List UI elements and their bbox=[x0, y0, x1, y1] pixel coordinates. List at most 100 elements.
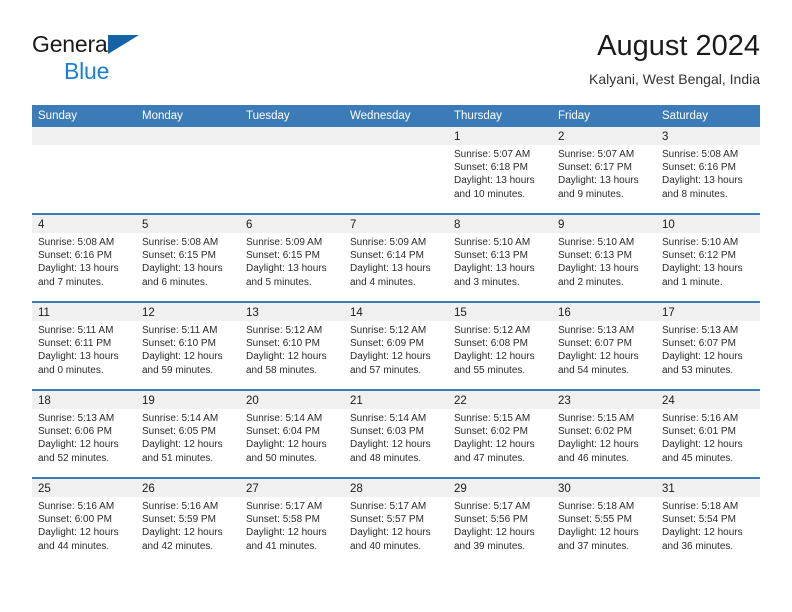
day-number-band: 10 bbox=[656, 215, 760, 233]
calendar-day-cell[interactable]: 16 Sunrise: 5:13 AM Sunset: 6:07 PM Dayligh… bbox=[552, 303, 656, 389]
day-number: 22 bbox=[454, 395, 467, 407]
calendar-day-cell[interactable]: 5 Sunrise: 5:08 AM Sunset: 6:15 PM Daylight… bbox=[136, 215, 240, 301]
day-number: 18 bbox=[38, 395, 51, 407]
sunset-text: Sunset: 6:18 PM bbox=[454, 162, 528, 174]
daylight-text-line2: and 4 minutes. bbox=[350, 276, 416, 288]
calendar-day-cell[interactable]: 29 Sunrise: 5:17 AM Sunset: 5:56 PM Dayligh… bbox=[448, 479, 552, 567]
day-details: Sunrise: 5:14 AM Sunset: 6:03 PM Daylight:… bbox=[344, 409, 448, 465]
day-number: 5 bbox=[142, 219, 149, 231]
day-details: Sunrise: 5:15 AM Sunset: 6:02 PM Daylight:… bbox=[552, 409, 656, 465]
calendar-day-cell[interactable]: 9 Sunrise: 5:10 AM Sunset: 6:13 PM Daylight… bbox=[552, 215, 656, 301]
weekday-header-row: Sunday Monday Tuesday Wednesday Thursday… bbox=[32, 105, 760, 127]
calendar-day-cell[interactable]: 25 Sunrise: 5:16 AM Sunset: 6:00 PM Dayligh… bbox=[32, 479, 136, 567]
daylight-text-line2: and 2 minutes. bbox=[558, 276, 624, 288]
calendar-day-cell[interactable]: 14 Sunrise: 5:12 AM Sunset: 6:09 PM Dayligh… bbox=[344, 303, 448, 389]
general-blue-logo[interactable]: General Blue bbox=[32, 32, 262, 90]
day-number-band: 16 bbox=[552, 303, 656, 321]
calendar-day-cell[interactable]: 6 Sunrise: 5:09 AM Sunset: 6:15 PM Daylight… bbox=[240, 215, 344, 301]
day-details: Sunrise: 5:07 AM Sunset: 6:17 PM Daylight:… bbox=[552, 145, 656, 201]
calendar-day-cell[interactable]: 8 Sunrise: 5:10 AM Sunset: 6:13 PM Daylight… bbox=[448, 215, 552, 301]
calendar-day-cell[interactable]: 11 Sunrise: 5:11 AM Sunset: 6:11 PM Dayligh… bbox=[32, 303, 136, 389]
day-number: 23 bbox=[558, 395, 571, 407]
calendar-day-cell[interactable]: 26 Sunrise: 5:16 AM Sunset: 5:59 PM Dayligh… bbox=[136, 479, 240, 567]
calendar-day-cell[interactable]: 27 Sunrise: 5:17 AM Sunset: 5:58 PM Dayligh… bbox=[240, 479, 344, 567]
day-details: Sunrise: 5:11 AM Sunset: 6:11 PM Daylight:… bbox=[32, 321, 136, 377]
day-number-band: 19 bbox=[136, 391, 240, 409]
day-number-band: 23 bbox=[552, 391, 656, 409]
calendar-day-cell[interactable]: 13 Sunrise: 5:12 AM Sunset: 6:10 PM Dayligh… bbox=[240, 303, 344, 389]
day-number: 3 bbox=[662, 131, 669, 143]
calendar-day-cell[interactable]: 2 Sunrise: 5:07 AM Sunset: 6:17 PM Daylight… bbox=[552, 127, 656, 213]
day-number-band bbox=[136, 127, 240, 145]
day-details: Sunrise: 5:18 AM Sunset: 5:55 PM Daylight:… bbox=[552, 497, 656, 553]
calendar-week-row: 1 Sunrise: 5:07 AM Sunset: 6:18 PM Daylight… bbox=[32, 127, 760, 215]
calendar-day-cell[interactable]: 24 Sunrise: 5:16 AM Sunset: 6:01 PM Dayligh… bbox=[656, 391, 760, 477]
day-number: 30 bbox=[558, 483, 571, 495]
calendar-day-cell[interactable]: 18 Sunrise: 5:13 AM Sunset: 6:06 PM Dayligh… bbox=[32, 391, 136, 477]
day-details: Sunrise: 5:16 AM Sunset: 6:00 PM Daylight:… bbox=[32, 497, 136, 553]
calendar-day-cell[interactable]: 22 Sunrise: 5:15 AM Sunset: 6:02 PM Dayligh… bbox=[448, 391, 552, 477]
title-block: August 2024 Kalyani, West Bengal, India bbox=[589, 28, 760, 90]
day-number-band: 2 bbox=[552, 127, 656, 145]
calendar-day-cell[interactable]: 12 Sunrise: 5:11 AM Sunset: 6:10 PM Dayligh… bbox=[136, 303, 240, 389]
daylight-text-line2: and 51 minutes. bbox=[142, 452, 214, 464]
sunrise-text: Sunrise: 5:16 AM bbox=[38, 501, 115, 512]
calendar-day-cell[interactable]: 15 Sunrise: 5:12 AM Sunset: 6:08 PM Dayligh… bbox=[448, 303, 552, 389]
calendar-day-cell[interactable]: 31 Sunrise: 5:18 AM Sunset: 5:54 PM Dayligh… bbox=[656, 479, 760, 567]
day-number: 11 bbox=[38, 307, 50, 319]
calendar-day-cell[interactable]: 20 Sunrise: 5:14 AM Sunset: 6:04 PM Dayligh… bbox=[240, 391, 344, 477]
calendar-day-cell[interactable]: 7 Sunrise: 5:09 AM Sunset: 6:14 PM Daylight… bbox=[344, 215, 448, 301]
day-details: Sunrise: 5:13 AM Sunset: 6:07 PM Daylight:… bbox=[552, 321, 656, 377]
sunset-text: Sunset: 6:07 PM bbox=[662, 338, 736, 350]
day-number: 10 bbox=[662, 219, 675, 231]
daylight-text-line1: Daylight: 12 hours bbox=[142, 527, 223, 539]
sunrise-text: Sunrise: 5:18 AM bbox=[558, 501, 635, 512]
daylight-text-line2: and 41 minutes. bbox=[246, 540, 318, 552]
daylight-text-line2: and 58 minutes. bbox=[246, 364, 318, 376]
sunset-text: Sunset: 6:00 PM bbox=[38, 514, 112, 526]
sunrise-text: Sunrise: 5:08 AM bbox=[142, 237, 219, 248]
daylight-text-line1: Daylight: 12 hours bbox=[454, 439, 535, 451]
day-details: Sunrise: 5:13 AM Sunset: 6:07 PM Daylight:… bbox=[656, 321, 760, 377]
day-number: 6 bbox=[246, 219, 253, 231]
daylight-text-line1: Daylight: 12 hours bbox=[142, 439, 223, 451]
day-number-band: 4 bbox=[32, 215, 136, 233]
calendar-day-cell[interactable]: 17 Sunrise: 5:13 AM Sunset: 6:07 PM Dayligh… bbox=[656, 303, 760, 389]
day-number-band: 6 bbox=[240, 215, 344, 233]
day-details: Sunrise: 5:17 AM Sunset: 5:56 PM Daylight:… bbox=[448, 497, 552, 553]
day-details: Sunrise: 5:17 AM Sunset: 5:58 PM Daylight:… bbox=[240, 497, 344, 553]
sunset-text: Sunset: 5:54 PM bbox=[662, 514, 736, 526]
calendar-day-cell[interactable]: 10 Sunrise: 5:10 AM Sunset: 6:12 PM Dayligh… bbox=[656, 215, 760, 301]
calendar-day-cell[interactable]: 1 Sunrise: 5:07 AM Sunset: 6:18 PM Daylight… bbox=[448, 127, 552, 213]
sunset-text: Sunset: 5:58 PM bbox=[246, 514, 320, 526]
calendar-day-cell[interactable]: 4 Sunrise: 5:08 AM Sunset: 6:16 PM Daylight… bbox=[32, 215, 136, 301]
day-number: 12 bbox=[142, 307, 155, 319]
day-details: Sunrise: 5:15 AM Sunset: 6:02 PM Daylight:… bbox=[448, 409, 552, 465]
sunrise-text: Sunrise: 5:16 AM bbox=[662, 413, 739, 424]
page-header: General Blue August 2024 Kalyani, West B… bbox=[32, 28, 760, 96]
calendar-day-cell[interactable]: 19 Sunrise: 5:14 AM Sunset: 6:05 PM Dayligh… bbox=[136, 391, 240, 477]
sunrise-text: Sunrise: 5:08 AM bbox=[662, 149, 739, 160]
day-number-band bbox=[344, 127, 448, 145]
calendar-day-cell[interactable]: 3 Sunrise: 5:08 AM Sunset: 6:16 PM Daylight… bbox=[656, 127, 760, 213]
sunrise-text: Sunrise: 5:12 AM bbox=[246, 325, 323, 336]
calendar-day-cell[interactable]: 21 Sunrise: 5:14 AM Sunset: 6:03 PM Dayligh… bbox=[344, 391, 448, 477]
calendar-day-cell[interactable]: 23 Sunrise: 5:15 AM Sunset: 6:02 PM Dayligh… bbox=[552, 391, 656, 477]
brand-flag-icon bbox=[108, 35, 139, 54]
calendar-weeks: 1 Sunrise: 5:07 AM Sunset: 6:18 PM Daylight… bbox=[32, 127, 760, 567]
calendar-day-cell[interactable]: 28 Sunrise: 5:17 AM Sunset: 5:57 PM Dayligh… bbox=[344, 479, 448, 567]
day-details: Sunrise: 5:14 AM Sunset: 6:05 PM Daylight:… bbox=[136, 409, 240, 465]
day-number: 28 bbox=[350, 483, 363, 495]
sunrise-text: Sunrise: 5:09 AM bbox=[246, 237, 323, 248]
daylight-text-line1: Daylight: 13 hours bbox=[142, 263, 223, 275]
calendar-day-cell[interactable]: 30 Sunrise: 5:18 AM Sunset: 5:55 PM Dayligh… bbox=[552, 479, 656, 567]
daylight-text-line2: and 42 minutes. bbox=[142, 540, 214, 552]
day-number: 7 bbox=[350, 219, 357, 231]
daylight-text-line2: and 10 minutes. bbox=[454, 188, 526, 200]
day-number-band: 5 bbox=[136, 215, 240, 233]
daylight-text-line2: and 5 minutes. bbox=[246, 276, 312, 288]
sunrise-text: Sunrise: 5:17 AM bbox=[246, 501, 323, 512]
daylight-text-line1: Daylight: 12 hours bbox=[38, 439, 119, 451]
day-details: Sunrise: 5:08 AM Sunset: 6:15 PM Daylight:… bbox=[136, 233, 240, 289]
daylight-text-line1: Daylight: 12 hours bbox=[246, 527, 327, 539]
